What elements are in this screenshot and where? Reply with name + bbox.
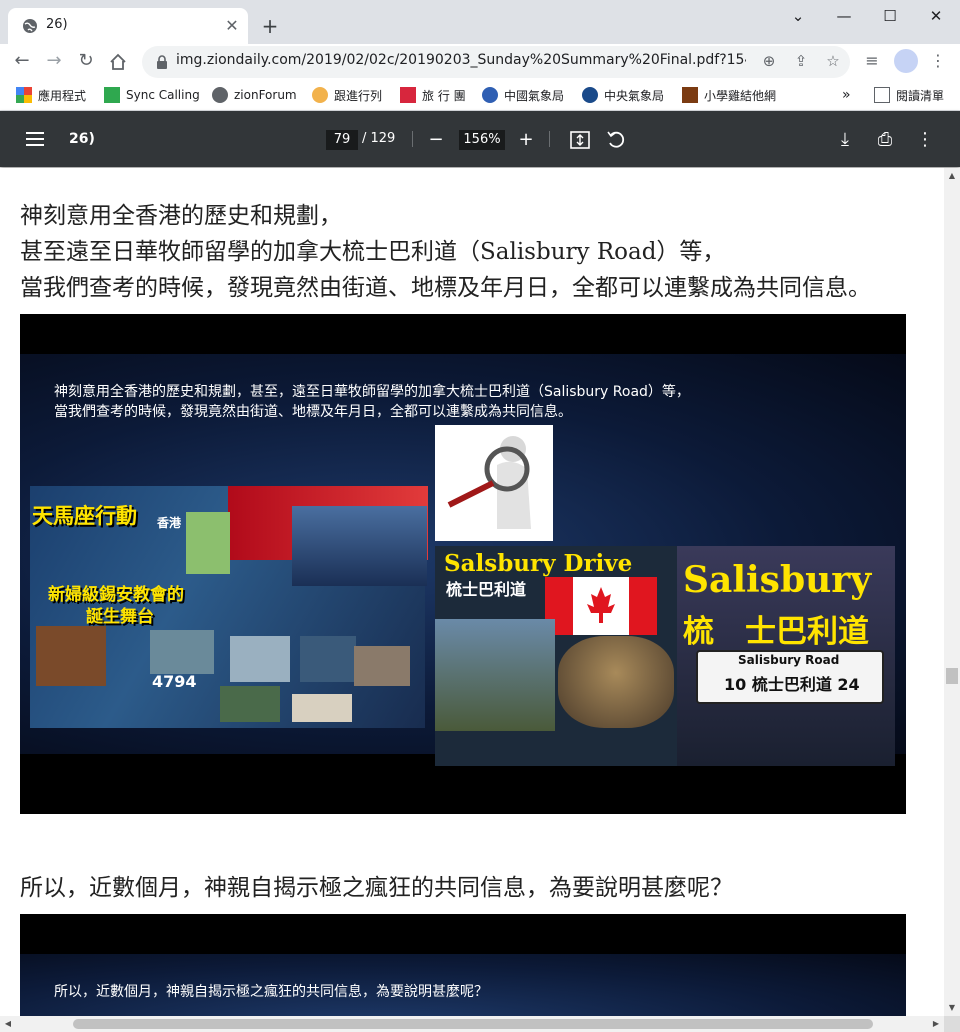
more-menu-icon[interactable]: ⋮ <box>924 47 952 75</box>
vertical-scrollbar[interactable] <box>944 168 960 1016</box>
magnifier-figure <box>435 425 553 541</box>
bookmark-sync-calling[interactable]: Sync Calling <box>104 81 200 109</box>
bookmark-central-weather[interactable]: 中央氣象局 <box>582 81 664 109</box>
weather-bureau-icon <box>482 87 498 103</box>
bookmark-label: Sync Calling <box>126 88 200 102</box>
slide-image: 所以，近數個月，神親自揭示極之瘋狂的共同信息，為要說明甚麼呢？ <box>20 914 906 1016</box>
bookmark-label: zionForum <box>234 88 297 102</box>
paragraph-line: 所以，近數個月，神親自揭示極之瘋狂的共同信息，為要說明甚麼呢？ <box>20 875 733 901</box>
scrollbar-corner <box>944 1016 960 1032</box>
toolbar-divider <box>549 131 550 147</box>
slide-label-drive-chinese: 梳士巴利道 <box>446 580 527 599</box>
back-arrow-icon[interactable]: ← <box>8 47 36 75</box>
tour-logo-icon <box>400 87 416 103</box>
pdf-title: 26) <box>69 131 95 147</box>
horizontal-scroll-thumb[interactable] <box>73 1019 873 1029</box>
portrait-photo <box>558 636 674 728</box>
home-icon[interactable] <box>108 52 128 72</box>
slide-heading-line: 新婦級錫安教會的 <box>48 585 184 605</box>
maximize-icon[interactable]: ☐ <box>870 2 910 30</box>
canada-flag-icon <box>545 577 657 635</box>
globe-icon <box>23 19 37 33</box>
media-control-icon[interactable]: ≡ <box>858 47 886 75</box>
share-icon[interactable]: ⇪ <box>790 50 812 72</box>
slide-label-hongkong: 香港 <box>157 516 182 530</box>
slide-heading-born: 新婦級錫安教會的 誕生舞台 <box>48 584 184 628</box>
slide-caption-line: 當我們查考的時候，發現竟然由街道、地標及年月日，全都可以連繫成為共同信息。 <box>54 404 572 420</box>
bookmark-apps[interactable]: 應用程式 <box>16 81 86 109</box>
pdf-more-icon[interactable]: ⋮ <box>913 128 937 152</box>
slide-label-4794: 4794 <box>152 672 197 691</box>
scroll-down-arrow-icon[interactable]: ▼ <box>944 1000 960 1016</box>
reading-list-label: 閱讀清單 <box>896 88 945 103</box>
slide-image: 神刻意用全香港的歷史和規劃，甚至，遠至日華牧師留學的加拿大梳士巴利道（Salis… <box>20 314 906 814</box>
window-close-icon[interactable]: ✕ <box>916 2 956 30</box>
globe-icon <box>212 87 228 103</box>
minimize-icon[interactable]: — <box>824 2 864 30</box>
bookmark-label: 應用程式 <box>38 88 87 103</box>
bookmark-zionforum[interactable]: zionForum <box>212 81 297 109</box>
toolbar-divider <box>412 131 413 147</box>
road-sign-chinese: 10 梳士巴利道 24 <box>724 675 860 694</box>
zoom-out-icon[interactable]: − <box>424 128 448 152</box>
reload-icon[interactable]: ↻ <box>72 47 100 75</box>
sync-calling-icon <box>104 87 120 103</box>
bookmark-tour[interactable]: 旅 行 團 <box>400 81 466 109</box>
house-photo <box>435 619 555 731</box>
bookmark-label: 旅 行 團 <box>422 88 466 103</box>
profile-avatar-icon[interactable] <box>894 49 918 73</box>
slide-caption-line: 所以，近數個月，神親自揭示極之瘋狂的共同信息，為要說明甚麼呢？ <box>54 984 488 1000</box>
bookmark-label: 跟進行列 <box>334 88 383 103</box>
bookmark-guitar[interactable]: 小學雞結他網 <box>682 81 776 109</box>
paragraph-line: 當我們查考的時候，發現竟然由街道、地標及年月日，全都可以連繫成為共同信息。 <box>20 275 871 301</box>
palette-icon <box>312 87 328 103</box>
vertical-scroll-thumb[interactable] <box>946 668 958 684</box>
slide-heading-tianma: 天馬座行動 <box>32 504 137 528</box>
tab-title: 26) <box>46 17 68 32</box>
scroll-right-arrow-icon[interactable]: ▶ <box>928 1016 944 1032</box>
magnifier-person-icon <box>447 436 531 529</box>
slide-heading-salsbury-drive: Salsbury Drive <box>444 550 633 577</box>
bookmark-label: 中央氣象局 <box>604 88 665 103</box>
zoom-in-icon[interactable]: + <box>514 128 538 152</box>
slide-heading-salisbury-chinese: 梳 士巴利道 <box>683 614 869 650</box>
paragraph-line: 甚至遠至日華牧師留學的加拿大梳士巴利道（Salisbury Road）等， <box>20 239 726 265</box>
tab-close-icon[interactable]: ✕ <box>222 16 242 36</box>
page-total: / 129 <box>362 131 396 146</box>
paragraph-line: 神刻意用全香港的歷史和規劃， <box>20 203 342 229</box>
zoom-magnifier-icon[interactable]: ⊕ <box>758 50 780 72</box>
forward-arrow-icon[interactable]: → <box>40 47 68 75</box>
scroll-left-arrow-icon[interactable]: ◀ <box>0 1016 16 1032</box>
road-sign-english: Salisbury Road <box>738 653 840 667</box>
slide-heading-salisbury: Salisbury <box>683 559 872 601</box>
slide-heading-line: 誕生舞台 <box>86 607 154 627</box>
tab-search-chevron-icon[interactable]: ⌄ <box>778 2 818 30</box>
pdf-page: 神刻意用全香港的歷史和規劃， 甚至遠至日華牧師留學的加拿大梳士巴利道（Salis… <box>0 168 944 1016</box>
browser-tab[interactable] <box>8 8 248 44</box>
guitar-logo-icon <box>682 87 698 103</box>
bookmark-label: 小學雞結他網 <box>704 88 777 103</box>
bookmarks-more-chevron[interactable]: » <box>842 81 851 109</box>
bookmark-star-icon[interactable]: ☆ <box>822 50 844 72</box>
url-text[interactable]: img.ziondaily.com/2019/02/02c/20190203_S… <box>176 52 746 68</box>
reading-list-icon <box>874 87 890 103</box>
rotate-icon[interactable] <box>605 129 627 151</box>
download-icon[interactable]: ⤓ <box>833 128 857 152</box>
reading-list[interactable]: 閱讀清單 <box>874 81 944 109</box>
apps-grid-icon <box>16 87 32 103</box>
lock-icon[interactable] <box>154 54 170 70</box>
fit-to-page-icon[interactable] <box>569 129 591 151</box>
zoom-level-input[interactable]: 156% <box>459 130 505 150</box>
print-icon[interactable]: ⎙ <box>873 128 897 152</box>
hamburger-menu-icon[interactable] <box>24 128 46 150</box>
bookmark-label: 中國氣象局 <box>504 88 565 103</box>
new-tab-plus-icon[interactable]: + <box>258 14 282 38</box>
slide-caption-line: 神刻意用全香港的歷史和規劃，甚至，遠至日華牧師留學的加拿大梳士巴利道（Salis… <box>54 384 690 400</box>
bookmark-china-weather[interactable]: 中國氣象局 <box>482 81 564 109</box>
page-number-input[interactable]: 79 <box>326 130 358 150</box>
scroll-up-arrow-icon[interactable]: ▲ <box>944 168 960 184</box>
eye-logo-icon <box>582 87 598 103</box>
bookmark-follow-up[interactable]: 跟進行列 <box>312 81 382 109</box>
